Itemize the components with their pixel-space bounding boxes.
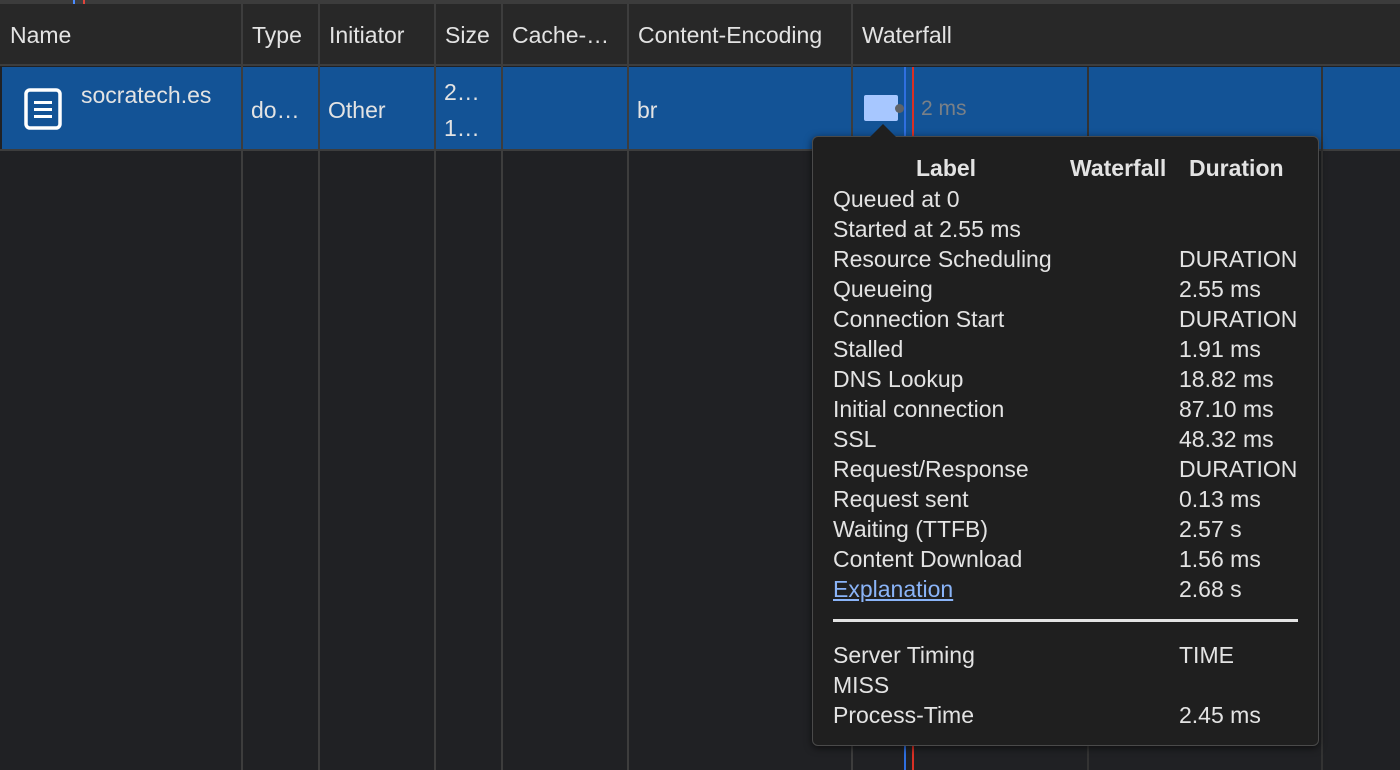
timing-value: 2.57 s	[1179, 516, 1242, 542]
timing-row: Initial connection 87.10 ms	[833, 396, 1303, 426]
timing-label: SSL	[833, 426, 877, 452]
timing-label: Resource Scheduling	[833, 246, 1052, 272]
tooltip-header-label: Label	[916, 155, 977, 181]
timing-row: Started at 2.55 ms	[833, 216, 1303, 246]
timing-label: Content Download	[833, 546, 1023, 572]
tooltip-header-waterfall: Waterfall	[1070, 155, 1167, 181]
server-timing-label: Process-Time	[833, 702, 974, 728]
waterfall-duration-label: 2 ms	[921, 97, 967, 120]
column-header-cache[interactable]: Cache-…	[502, 4, 628, 66]
column-divider[interactable]	[241, 4, 243, 770]
table-header: Name Type Initiator Size Cache-… Content…	[0, 4, 1400, 66]
column-divider[interactable]	[501, 4, 503, 770]
timing-row: Stalled 1.91 ms	[833, 336, 1303, 366]
timing-value: DURATION	[1179, 306, 1298, 332]
timing-row: Content Download 1.56 ms	[833, 546, 1303, 576]
timing-label: Request/Response	[833, 456, 1029, 482]
column-header-waterfall[interactable]: Waterfall	[852, 4, 1400, 66]
waterfall-bar[interactable]	[864, 95, 898, 121]
timing-label: Stalled	[833, 336, 904, 362]
timing-value: 48.32 ms	[1179, 426, 1274, 452]
timing-row: Waiting (TTFB) 2.57 s	[833, 516, 1303, 546]
server-timing-label: MISS	[833, 672, 890, 698]
timing-row: Queueing 2.55 ms	[833, 276, 1303, 306]
request-content-encoding: br	[637, 97, 658, 123]
timing-label: Queued at 0	[833, 186, 960, 212]
timing-label: Waiting (TTFB)	[833, 516, 989, 542]
server-timing-row: Process-Time 2.45 ms	[833, 702, 1303, 732]
timing-row: Request sent 0.13 ms	[833, 486, 1303, 516]
timing-total-value: 2.68 s	[1179, 576, 1242, 602]
column-header-type[interactable]: Type	[242, 4, 319, 66]
column-header-initiator[interactable]: Initiator	[319, 4, 435, 66]
timing-value: DURATION	[1179, 246, 1298, 272]
timing-row: Connection Start DURATION	[833, 306, 1303, 336]
document-icon	[24, 88, 62, 130]
request-name[interactable]: socratech.es	[81, 82, 211, 109]
column-header-size[interactable]: Size	[435, 4, 502, 66]
timing-label: Initial connection	[833, 396, 1005, 422]
column-header-name[interactable]: Name	[0, 4, 242, 66]
timing-row: SSL 48.32 ms	[833, 426, 1303, 456]
timing-row: DNS Lookup 18.82 ms	[833, 366, 1303, 396]
timing-value: 2.55 ms	[1179, 276, 1261, 302]
timing-value: 87.10 ms	[1179, 396, 1274, 422]
tooltip-header-duration: Duration	[1189, 155, 1284, 181]
column-divider[interactable]	[434, 4, 436, 770]
timing-row: Explanation 2.68 s	[833, 576, 1303, 606]
waterfall-gridline	[1321, 67, 1323, 770]
timing-value: 18.82 ms	[1179, 366, 1274, 392]
timing-label: Queueing	[833, 276, 933, 302]
tooltip-arrow	[870, 124, 896, 137]
timing-value: 1.91 ms	[1179, 336, 1261, 362]
request-size-transferred: 2…	[444, 79, 480, 105]
timing-label: Started at 2.55 ms	[833, 216, 1021, 242]
timing-value: DURATION	[1179, 456, 1298, 482]
server-timing-value: TIME	[1179, 642, 1234, 668]
server-timing-value: 2.45 ms	[1179, 702, 1261, 728]
column-header-content-encoding[interactable]: Content-Encoding	[628, 4, 852, 66]
column-divider[interactable]	[627, 4, 629, 770]
timing-label: DNS Lookup	[833, 366, 964, 392]
network-panel: Name Type Initiator Size Cache-… Content…	[0, 0, 1400, 770]
request-type: do…	[251, 97, 300, 123]
explanation-link[interactable]: Explanation	[833, 576, 953, 603]
timing-value: 1.56 ms	[1179, 546, 1261, 572]
timing-row: Request/Response DURATION	[833, 456, 1303, 486]
request-size-resource: 1…	[444, 115, 480, 141]
timing-label: Connection Start	[833, 306, 1005, 332]
request-initiator: Other	[328, 97, 386, 123]
waterfall-dot	[895, 104, 904, 113]
timing-value: 0.13 ms	[1179, 486, 1261, 512]
timing-row: Resource Scheduling DURATION	[833, 246, 1303, 276]
timing-label: Request sent	[833, 486, 969, 512]
timing-row: Queued at 0	[833, 186, 1303, 216]
tooltip-separator	[833, 619, 1298, 622]
server-timing-row: Server Timing TIME	[833, 642, 1303, 672]
server-timing-row: MISS	[833, 672, 1303, 702]
column-divider[interactable]	[318, 4, 320, 770]
server-timing-label: Server Timing	[833, 642, 975, 668]
